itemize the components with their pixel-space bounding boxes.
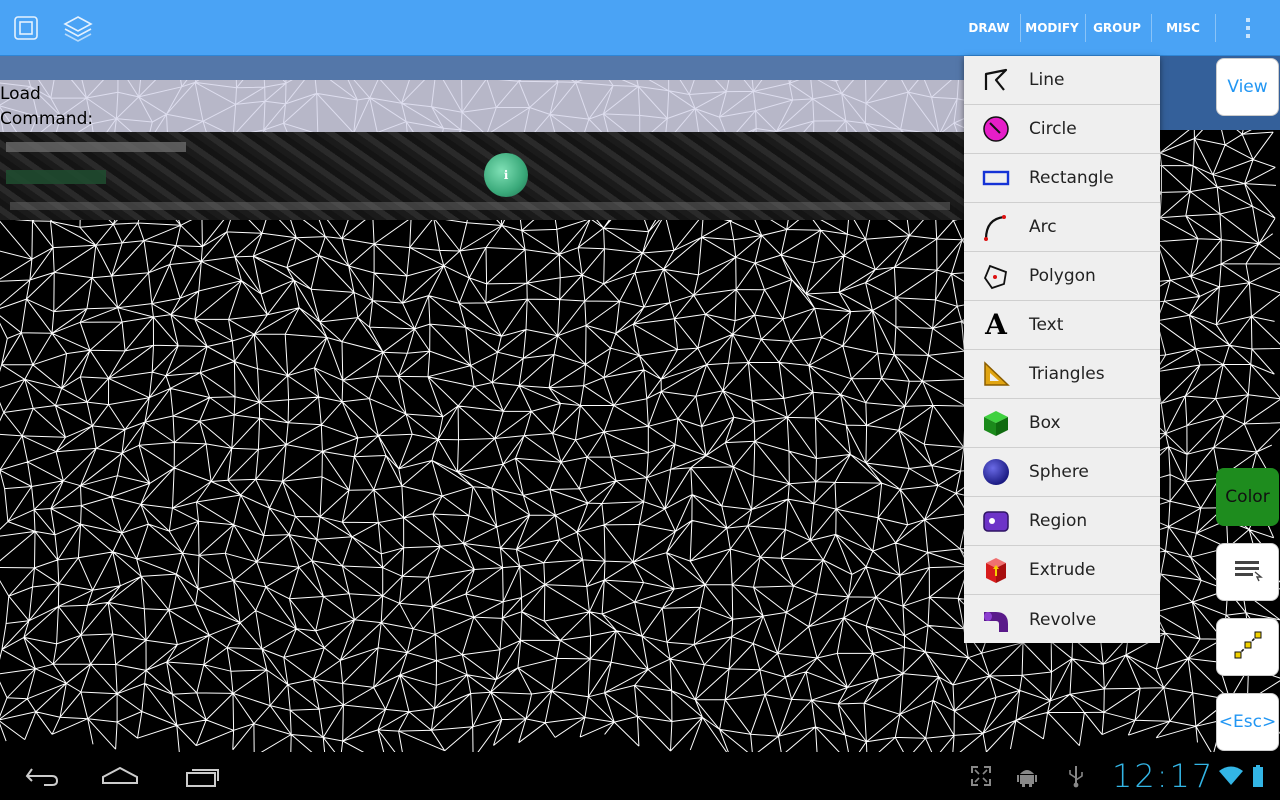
menu-item-label: Line bbox=[1029, 70, 1065, 90]
clock: 12:17 bbox=[1112, 757, 1215, 795]
menu-item-label: Polygon bbox=[1029, 266, 1096, 286]
usb-icon bbox=[1062, 752, 1090, 800]
texture-strip bbox=[10, 202, 950, 210]
snap-line-button[interactable] bbox=[1216, 618, 1279, 676]
recents-icon[interactable] bbox=[178, 752, 226, 800]
menu-item-label: Extrude bbox=[1029, 560, 1096, 580]
escape-button[interactable]: <Esc> bbox=[1216, 693, 1279, 751]
sphere-icon bbox=[982, 458, 1010, 486]
menu-separator bbox=[1215, 14, 1216, 42]
polygon-icon bbox=[982, 262, 1010, 290]
battery-icon bbox=[1246, 752, 1270, 800]
revolve-icon bbox=[982, 606, 1010, 634]
menu-item-label: Sphere bbox=[1029, 462, 1089, 482]
layers-icon[interactable] bbox=[60, 10, 96, 46]
menu-item-label: Revolve bbox=[1029, 609, 1097, 630]
menu-item-label: Text bbox=[1029, 315, 1064, 335]
app-root: Load Command: ℹ DRAW MODIFY GROUP MISC L… bbox=[0, 0, 1280, 800]
home-icon[interactable] bbox=[96, 752, 144, 800]
box-icon bbox=[982, 409, 1010, 437]
menu-item-triangles[interactable]: Triangles bbox=[964, 350, 1160, 399]
status-band bbox=[0, 132, 965, 220]
color-button[interactable]: Color bbox=[1216, 468, 1279, 526]
fullscreen-icon[interactable] bbox=[966, 752, 996, 800]
overflow-menu-icon[interactable] bbox=[1228, 0, 1268, 56]
menu-misc[interactable]: MISC bbox=[1152, 0, 1214, 56]
menu-item-label: Circle bbox=[1029, 119, 1077, 139]
menu-group[interactable]: GROUP bbox=[1086, 0, 1148, 56]
region-icon bbox=[982, 507, 1010, 535]
system-navigation-bar: 12:17 bbox=[0, 752, 1280, 800]
command-area: Load Command: bbox=[0, 80, 965, 132]
circle-icon bbox=[982, 115, 1010, 143]
menu-item-region[interactable]: Region bbox=[964, 497, 1160, 546]
menu-item-sphere[interactable]: Sphere bbox=[964, 448, 1160, 497]
snap-line-icon bbox=[1232, 629, 1264, 666]
command-list-button[interactable] bbox=[1216, 543, 1279, 601]
menu-item-label: Arc bbox=[1029, 217, 1057, 237]
command-history-line: Load bbox=[0, 84, 41, 104]
menu-item-label: Rectangle bbox=[1029, 168, 1114, 188]
action-bar: DRAW MODIFY GROUP MISC bbox=[0, 0, 1280, 56]
menu-item-arc[interactable]: Arc bbox=[964, 203, 1160, 252]
texture-strip bbox=[6, 170, 106, 184]
menu-item-label: Triangles bbox=[1029, 364, 1105, 384]
view-button[interactable]: View bbox=[1216, 58, 1279, 116]
back-icon[interactable] bbox=[20, 752, 64, 800]
menu-item-rectangle[interactable]: Rectangle bbox=[964, 154, 1160, 203]
android-debug-icon bbox=[1012, 752, 1042, 800]
menu-item-text[interactable]: A Text bbox=[964, 301, 1160, 350]
menu-item-line[interactable]: Line bbox=[964, 56, 1160, 105]
rectangle-icon bbox=[982, 164, 1010, 192]
menu-item-circle[interactable]: Circle bbox=[964, 105, 1160, 154]
menu-item-label: Region bbox=[1029, 511, 1088, 531]
triangles-icon bbox=[982, 360, 1010, 388]
extrude-icon bbox=[982, 556, 1010, 584]
draw-dropdown-menu: Line Circle Rectangle Arc Polygon A Text… bbox=[964, 56, 1160, 643]
texture-strip bbox=[6, 142, 186, 152]
window-icon[interactable] bbox=[8, 10, 44, 46]
command-prompt[interactable]: Command: bbox=[0, 109, 93, 129]
menu-item-extrude[interactable]: Extrude bbox=[964, 546, 1160, 595]
menu-item-revolve[interactable]: Revolve bbox=[964, 595, 1160, 644]
menu-item-polygon[interactable]: Polygon bbox=[964, 252, 1160, 301]
command-area-top-strip bbox=[0, 56, 965, 80]
navigation-ball-icon[interactable]: ℹ bbox=[484, 153, 528, 197]
arc-icon bbox=[982, 213, 1010, 241]
menu-modify[interactable]: MODIFY bbox=[1021, 0, 1083, 56]
command-list-icon bbox=[1233, 558, 1263, 587]
menu-item-label: Box bbox=[1029, 413, 1061, 433]
line-icon bbox=[982, 66, 1010, 94]
text-icon: A bbox=[985, 308, 1007, 341]
menu-item-box[interactable]: Box bbox=[964, 399, 1160, 448]
menu-draw[interactable]: DRAW bbox=[960, 0, 1018, 56]
wifi-icon bbox=[1216, 752, 1246, 800]
